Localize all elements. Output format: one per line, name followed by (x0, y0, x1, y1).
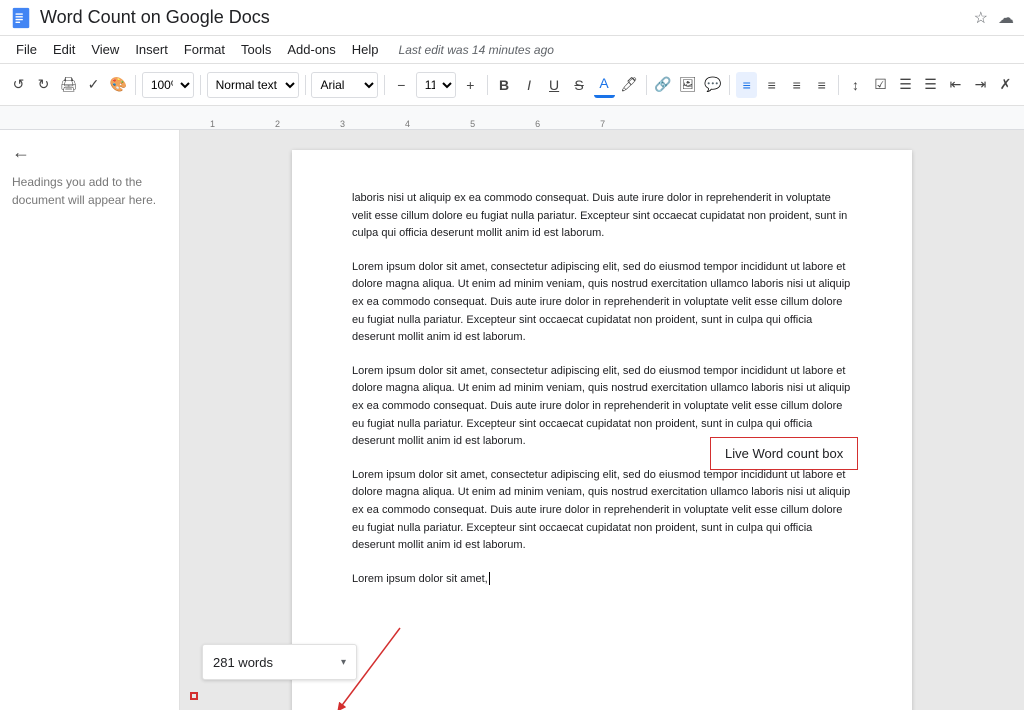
ruler-bar: 1 2 3 4 5 6 7 (190, 106, 1024, 129)
spellcheck-button[interactable]: ✓ (83, 72, 104, 98)
cloud-icon[interactable]: ☁ (998, 8, 1014, 28)
last-edit-text: Last edit was 14 minutes ago (399, 43, 554, 57)
font-select[interactable]: Arial (311, 72, 378, 98)
highlight-button[interactable]: 🖊 (619, 72, 640, 98)
toolbar-divider-1 (135, 75, 136, 95)
menu-view[interactable]: View (83, 39, 127, 60)
main-layout: ← Headings you add to the document will … (0, 130, 1024, 710)
align-left-button[interactable]: ≡ (736, 72, 757, 98)
print-button[interactable]: 🖨 (58, 72, 79, 98)
doc-paragraph-0: laboris nisi ut aliquip ex ea commodo co… (352, 190, 852, 243)
align-right-button[interactable]: ≡ (786, 72, 807, 98)
bullet-list-button[interactable]: ☰ (895, 72, 916, 98)
redo-button[interactable]: ↻ (33, 72, 54, 98)
callout-label: Live Word count box (710, 437, 858, 470)
paint-button[interactable]: 🎨 (108, 72, 129, 98)
align-center-button[interactable]: ≡ (761, 72, 782, 98)
word-count-chevron-icon: ▾ (341, 657, 346, 668)
document-title: Word Count on Google Docs (40, 7, 974, 28)
numbered-list-button[interactable]: ☰ (920, 72, 941, 98)
toolbar-divider-4 (384, 75, 385, 95)
undo-button[interactable]: ↺ (8, 72, 29, 98)
menu-addons[interactable]: Add-ons (279, 39, 343, 60)
comment-button[interactable]: 💬 (702, 72, 723, 98)
menu-tools[interactable]: Tools (233, 39, 279, 60)
sidebar-back-button[interactable]: ← (12, 142, 167, 163)
star-icon[interactable]: ☆ (974, 8, 988, 28)
document-page: laboris nisi ut aliquip ex ea commodo co… (292, 150, 912, 710)
toolbar-divider-3 (305, 75, 306, 95)
text-style-select[interactable]: Normal text (207, 72, 299, 98)
callout-arrow (340, 628, 460, 710)
italic-button[interactable]: I (519, 72, 540, 98)
menu-help[interactable]: Help (344, 39, 387, 60)
text-color-button[interactable]: A (594, 72, 615, 98)
justify-button[interactable]: ≡ (811, 72, 832, 98)
text-cursor (489, 572, 490, 585)
doc-paragraph-4: Lorem ipsum dolor sit amet, (352, 571, 852, 589)
docs-logo (10, 7, 32, 29)
indent-button[interactable]: ⇥ (970, 72, 991, 98)
underline-button[interactable]: U (544, 72, 565, 98)
toolbar-divider-7 (729, 75, 730, 95)
menu-file[interactable]: File (8, 39, 45, 60)
zoom-select[interactable]: 100% (142, 72, 194, 98)
title-bar: Word Count on Google Docs ☆ ☁ (0, 0, 1024, 36)
document-area[interactable]: laboris nisi ut aliquip ex ea commodo co… (180, 130, 1024, 710)
font-size-decrease-button[interactable]: − (391, 72, 412, 98)
sidebar-hint-text: Headings you add to the document will ap… (12, 173, 167, 209)
toolbar: ↺ ↻ 🖨 ✓ 🎨 100% Normal text Arial − 11 + … (0, 64, 1024, 106)
strikethrough-button[interactable]: S (569, 72, 590, 98)
checklist-button[interactable]: ☑ (870, 72, 891, 98)
outdent-button[interactable]: ⇤ (945, 72, 966, 98)
word-count-outline: 281 words ▾ (190, 692, 198, 700)
toolbar-divider-8 (838, 75, 839, 95)
image-button[interactable]: 🖼 (677, 72, 698, 98)
word-count-box[interactable]: 281 words ▾ (202, 644, 357, 680)
menu-insert[interactable]: Insert (127, 39, 176, 60)
font-size-select[interactable]: 11 (416, 72, 456, 98)
sidebar: ← Headings you add to the document will … (0, 130, 180, 710)
line-spacing-button[interactable]: ↕ (845, 72, 866, 98)
menu-format[interactable]: Format (176, 39, 233, 60)
toolbar-divider-2 (200, 75, 201, 95)
link-button[interactable]: 🔗 (652, 72, 673, 98)
toolbar-divider-5 (487, 75, 488, 95)
menu-bar: File Edit View Insert Format Tools Add-o… (0, 36, 1024, 64)
word-count-label: 281 words (213, 655, 273, 670)
title-bar-actions: ☆ ☁ (974, 8, 1014, 28)
font-size-increase-button[interactable]: + (460, 72, 481, 98)
ruler-marks: 1 2 3 4 5 6 7 (190, 106, 1024, 129)
ruler: 1 2 3 4 5 6 7 (0, 106, 1024, 130)
bold-button[interactable]: B (494, 72, 515, 98)
clear-format-button[interactable]: ✗ (995, 72, 1016, 98)
doc-paragraph-1: Lorem ipsum dolor sit amet, consectetur … (352, 259, 852, 347)
doc-paragraph-3: Lorem ipsum dolor sit amet, consectetur … (352, 467, 852, 555)
toolbar-divider-6 (646, 75, 647, 95)
menu-edit[interactable]: Edit (45, 39, 83, 60)
